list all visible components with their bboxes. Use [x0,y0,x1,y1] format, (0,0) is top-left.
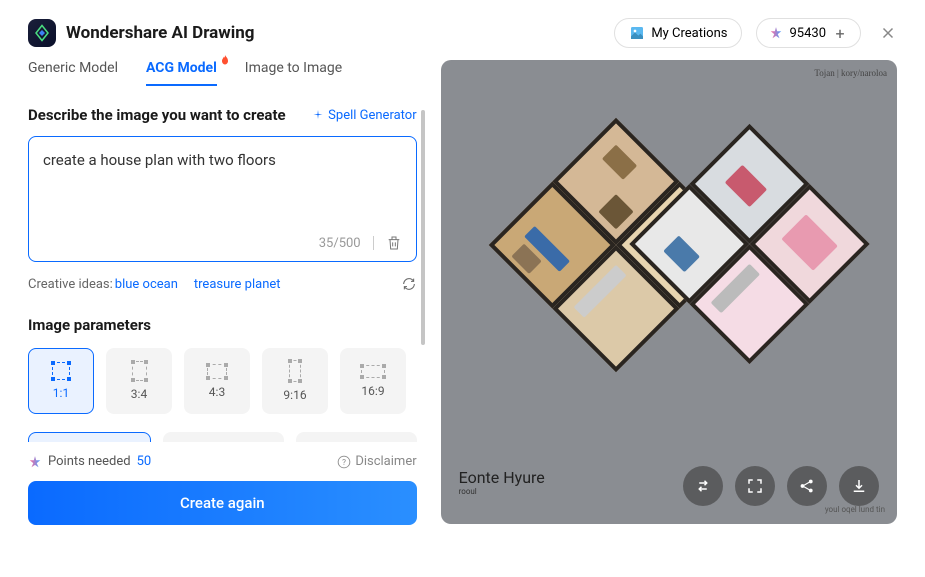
params-label: Image parameters [28,316,417,334]
points-value: 95430 [789,26,826,41]
share-icon [798,477,816,495]
my-creations-button[interactable]: My Creations [614,18,742,48]
tab-acg-model[interactable]: ACG Model [146,60,217,86]
tab-image-to-image[interactable]: Image to Image [245,60,342,86]
trash-icon[interactable] [386,235,402,251]
app-title: Wondershare AI Drawing [66,23,254,43]
ratio-1-1[interactable]: 1:1 [28,348,94,414]
refresh-icon[interactable] [401,276,417,292]
ratio-4-3[interactable]: 4:3 [184,348,250,414]
share-button[interactable] [787,466,827,506]
ratio-16-9[interactable]: 16:9 [340,348,406,414]
scrollbar[interactable] [421,110,425,345]
my-creations-label: My Creations [651,26,727,41]
download-icon [850,477,868,495]
idea-link-1[interactable]: blue ocean [115,277,178,292]
download-button[interactable] [839,466,879,506]
idea-link-2[interactable]: treasure planet [194,277,281,292]
ratio-9-16[interactable]: 9:16 [262,348,328,414]
points-icon [769,26,783,40]
points-needed-value: 50 [137,454,152,469]
points-needed-label: Points needed [48,454,131,469]
style-option-3[interactable] [296,432,417,442]
image-icon [629,25,645,41]
sparkle-icon [312,109,324,121]
ideas-label: Creative ideas: [28,277,113,292]
preview-image: Tojan | kory/naroloa Eonte Hyure rooul y… [441,60,897,524]
ratio-3-4[interactable]: 3:4 [106,348,172,414]
regenerate-button[interactable] [683,466,723,506]
divider [373,236,374,250]
svg-text:?: ? [342,456,346,466]
spell-generator-button[interactable]: Spell Generator [312,108,416,123]
points-badge[interactable]: 95430 + [756,18,861,48]
prompt-input-container: 35/500 [28,136,417,262]
prompt-input[interactable] [43,151,402,187]
watermark-top: Tojan | kory/naroloa [814,68,887,78]
signature: Eonte Hyure rooul [459,468,545,496]
expand-icon [746,477,764,495]
close-button[interactable] [879,24,897,42]
question-icon: ? [337,455,351,469]
disclaimer-button[interactable]: ? Disclaimer [337,454,416,469]
char-counter: 35/500 [319,236,361,251]
app-logo [28,19,56,47]
tab-generic-model[interactable]: Generic Model [28,60,118,86]
watermark-bottom: youl oqel lund tin [825,505,885,514]
style-option-1[interactable] [28,432,151,442]
swap-icon [694,477,712,495]
fullscreen-button[interactable] [735,466,775,506]
describe-label: Describe the image you want to create [28,106,286,124]
points-icon [28,455,42,469]
fire-icon [219,54,231,66]
create-again-button[interactable]: Create again [28,481,417,525]
style-option-2[interactable] [163,432,284,442]
add-points-button[interactable]: + [832,25,848,41]
